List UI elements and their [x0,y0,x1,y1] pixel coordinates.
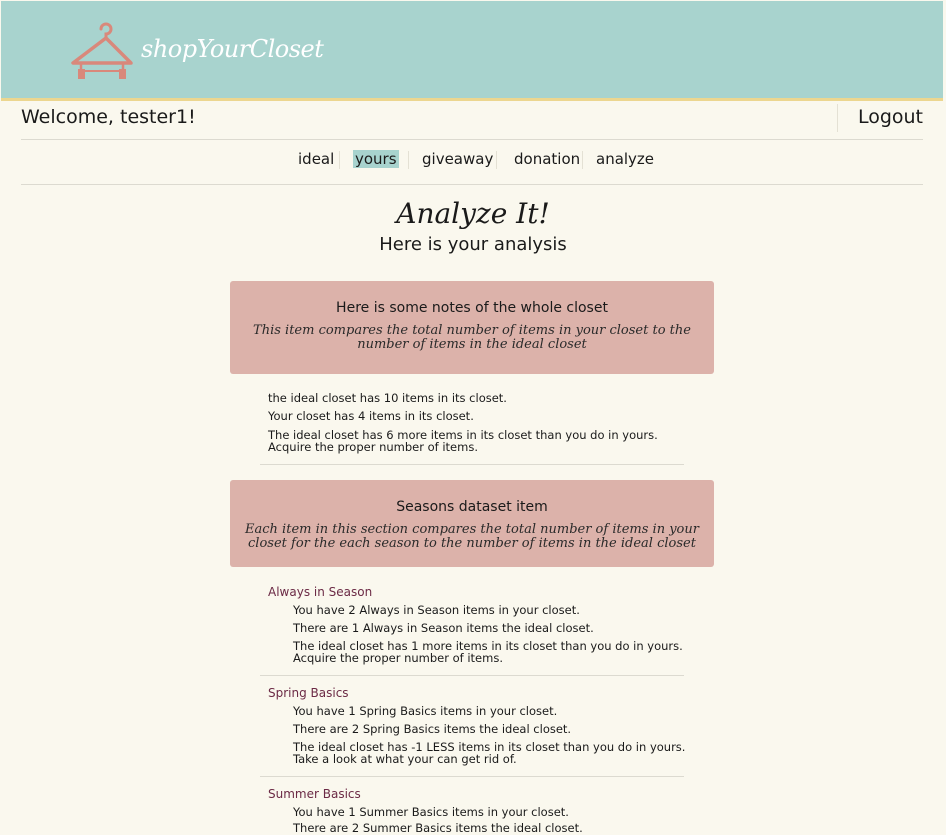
site-header: shopYourCloset [1,1,943,101]
analysis-line: There are 1 Always in Season items the i… [293,621,594,635]
nav-separator [339,151,340,169]
section-divider [260,675,684,676]
panel-title: Seasons dataset item [396,499,548,515]
category-heading: Spring Basics [268,686,349,700]
category-heading: Summer Basics [268,787,361,801]
nav-separator [408,151,409,169]
panel-description: Each item in this section compares the t… [245,522,699,551]
main-nav: ideal yours giveaway donation analyze [0,148,946,174]
nav-ideal[interactable]: ideal [296,150,336,168]
whole-closet-panel: Here is some notes of the whole closet T… [230,281,714,374]
nav-yours[interactable]: yours [353,150,399,168]
nav-analyze[interactable]: analyze [594,150,656,168]
divider [21,139,923,140]
welcome-message: Welcome, tester1! [21,106,196,128]
section-divider [260,464,684,465]
analysis-line: Acquire the proper number of items. [293,651,503,665]
nav-separator [582,151,583,169]
panel-description: This item compares the total number of i… [253,323,691,352]
analysis-line: Take a look at what your can get rid of. [293,752,517,766]
section-divider [260,776,684,777]
nav-separator [496,151,497,169]
analysis-line: Acquire the proper number of items. [268,440,478,454]
logout-link[interactable]: Logout [858,106,923,128]
category-heading: Always in Season [268,585,373,599]
logout-divider [837,104,838,132]
analysis-line: You have 1 Summer Basics items in your c… [293,805,569,819]
analysis-line: There are 2 Spring Basics items the idea… [293,722,572,736]
panel-title: Here is some notes of the whole closet [336,300,608,316]
nav-donation[interactable]: donation [512,150,582,168]
brand-name: shopYourCloset [141,35,324,63]
divider [21,184,923,185]
analysis-line: You have 1 Spring Basics items in your c… [293,704,558,718]
analysis-line: You have 2 Always in Season items in you… [293,603,580,617]
hanger-icon [71,22,133,79]
analysis-line: Your closet has 4 items in its closet. [268,409,474,423]
analysis-line: There are 2 Summer Basics items the idea… [293,821,583,835]
page-title: Analyze It! [396,197,550,230]
page-subtitle: Here is your analysis [379,234,567,255]
analysis-line: the ideal closet has 10 items in its clo… [268,391,507,405]
nav-giveaway[interactable]: giveaway [420,150,495,168]
seasons-panel: Seasons dataset item Each item in this s… [230,480,714,567]
brand-logo[interactable]: shopYourCloset [69,21,324,83]
